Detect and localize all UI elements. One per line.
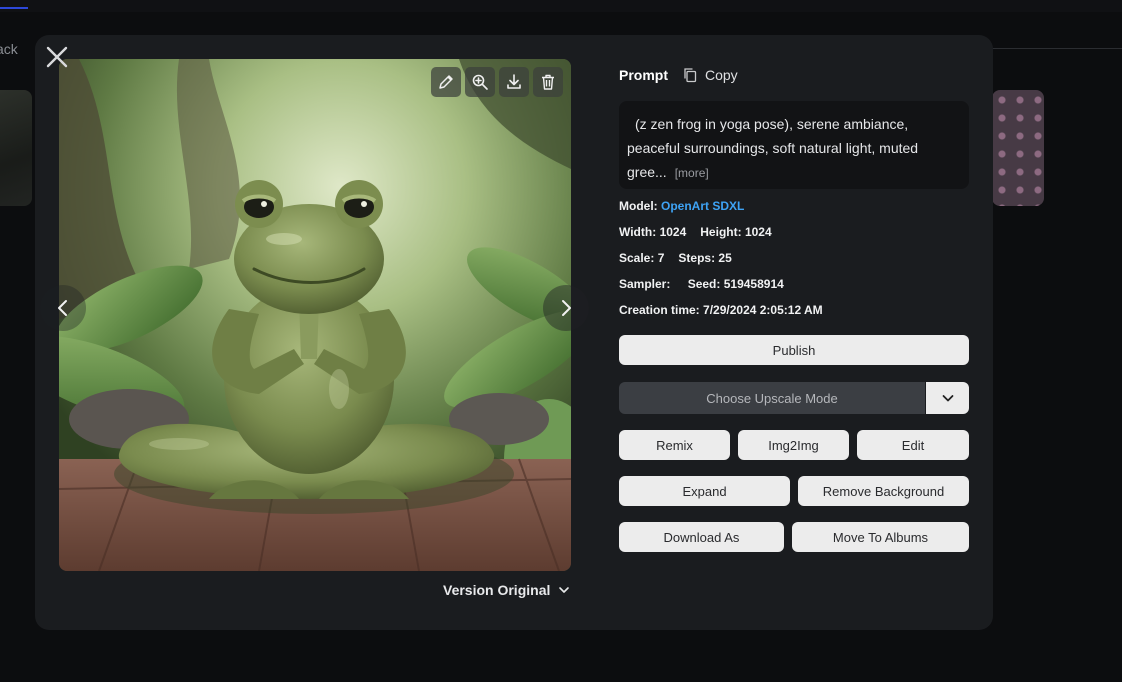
download-icon (507, 74, 521, 89)
copy-label: Copy (705, 67, 738, 83)
width-value: 1024 (659, 225, 687, 239)
next-image-button[interactable] (543, 285, 589, 331)
pencil-icon (439, 75, 453, 89)
edit-button[interactable]: Edit (857, 430, 969, 460)
model-link[interactable]: OpenArt SDXL (661, 199, 744, 213)
background-thumbnail-right[interactable] (992, 90, 1044, 206)
version-select[interactable]: Version Original (443, 582, 570, 598)
active-tab-indicator (0, 7, 28, 9)
image-toolbar (431, 67, 563, 97)
delete-image-button[interactable] (533, 67, 563, 97)
creation-value: 7/29/2024 2:05:12 AM (703, 303, 823, 317)
prompt-line-1: (z zen frog in yoga pose), serene ambian… (635, 116, 909, 132)
upscale-dropdown-toggle[interactable] (925, 382, 969, 414)
chevron-left-icon (58, 300, 67, 316)
previous-image-button[interactable] (40, 285, 86, 331)
version-label: Version Original (443, 582, 551, 598)
trash-icon (542, 74, 554, 90)
upscale-mode-select: Choose Upscale Mode (619, 382, 969, 414)
expand-button[interactable]: Expand (619, 476, 790, 506)
steps-value: 25 (718, 251, 732, 265)
close-modal-button[interactable] (44, 44, 70, 70)
background-back-link[interactable]: ack (0, 41, 18, 57)
meta-creation-row: Creation time: 7/29/2024 2:05:12 AM (619, 303, 823, 317)
prompt-line-3: gree... [more] (627, 164, 709, 180)
publish-button[interactable]: Publish (619, 335, 969, 365)
chevron-down-icon (559, 587, 570, 593)
height-value: 1024 (744, 225, 772, 239)
chevron-right-icon (562, 300, 571, 316)
edit-image-button[interactable] (431, 67, 461, 97)
upscale-mode-button[interactable]: Choose Upscale Mode (619, 382, 925, 414)
prompt-header: Prompt Copy (619, 67, 738, 83)
background-divider (990, 48, 1122, 49)
background-thumbnail-left[interactable] (0, 90, 32, 206)
scale-value: 7 (657, 251, 665, 265)
copy-icon (684, 68, 697, 83)
meta-scale-row: Scale: 7 Steps: 25 (619, 251, 732, 265)
img2img-button[interactable]: Img2Img (738, 430, 849, 460)
remix-button[interactable]: Remix (619, 430, 730, 460)
move-to-albums-button[interactable]: Move To Albums (792, 522, 969, 552)
prompt-line-2: peaceful surroundings, soft natural ligh… (627, 140, 919, 156)
background-topbar (0, 0, 1122, 12)
chevron-down-icon (942, 395, 953, 402)
meta-model-row: Model: OpenArt SDXL (619, 199, 745, 213)
zoom-image-button[interactable] (465, 67, 495, 97)
seed-value: 519458914 (723, 277, 784, 291)
prompt-text-box: (z zen frog in yoga pose), serene ambian… (619, 101, 969, 189)
copy-prompt-button[interactable]: Copy (682, 67, 738, 83)
meta-sampler-row: Sampler: Seed: 519458914 (619, 277, 784, 291)
prompt-title: Prompt (619, 67, 668, 83)
close-icon (46, 46, 68, 68)
meta-size-row: Width: 1024 Height: 1024 (619, 225, 772, 239)
download-as-button[interactable]: Download As (619, 522, 784, 552)
zoom-in-icon (472, 74, 488, 90)
remove-background-button[interactable]: Remove Background (798, 476, 969, 506)
zen-frog-image (59, 59, 571, 571)
show-more-link[interactable]: [more] (675, 166, 709, 180)
download-image-button[interactable] (499, 67, 529, 97)
generated-image[interactable] (59, 59, 571, 571)
